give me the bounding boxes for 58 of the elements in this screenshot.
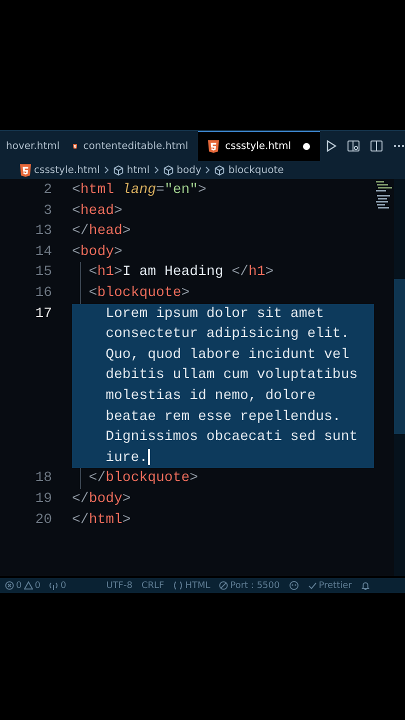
language-status[interactable]: HTML (185, 580, 210, 590)
chevron-icon (104, 166, 109, 174)
scrollbar-thumb[interactable] (394, 279, 405, 434)
blocked-icon (219, 581, 228, 590)
port-count[interactable]: 0 (60, 580, 66, 590)
editor-tab[interactable]: cssstyle.html (198, 131, 320, 161)
line-number: 2 (42, 181, 52, 200)
line-number: 13 (34, 222, 52, 242)
breadcrumb-item[interactable]: html (126, 164, 150, 176)
code-line: <head> (72, 202, 122, 219)
bell-icon[interactable] (360, 580, 370, 590)
warning-icon (24, 581, 33, 590)
line-number: 17 (34, 304, 52, 324)
run-icon[interactable] (326, 140, 337, 152)
chevron-icon (205, 166, 210, 174)
line-number: 15 (34, 263, 52, 282)
check-icon (308, 581, 317, 590)
cube-icon (112, 164, 124, 176)
minimap-drawing[interactable] (374, 179, 394, 211)
cube-icon (214, 164, 226, 176)
editor-tab[interactable]: contenteditable.html (63, 131, 198, 161)
formatter-status[interactable]: Prettier (318, 580, 352, 590)
line-number: 20 (34, 510, 52, 530)
preview-icon[interactable] (347, 140, 360, 152)
braces-icon (173, 581, 184, 590)
code-line: </body> (72, 490, 131, 507)
more-icon[interactable] (393, 144, 405, 148)
code-line: <blockquote> (88, 284, 190, 301)
code-line: <h1>I am Heading </h1> (88, 264, 274, 280)
error-icon (5, 581, 14, 590)
error-count[interactable]: 0 (16, 580, 22, 590)
code-line: </head> (72, 223, 131, 240)
line-number: 18 (34, 469, 52, 488)
line-ending-status[interactable]: CRLF (141, 580, 164, 590)
text-cursor (148, 449, 150, 466)
code-line: </blockquote> (88, 470, 198, 486)
html5-icon (208, 140, 220, 153)
line-number: 3 (42, 202, 52, 221)
breadcrumb-item[interactable]: body (176, 164, 202, 176)
chevron-icon (154, 166, 159, 174)
breadcrumb-item[interactable]: cssstyle.html (34, 164, 100, 176)
editor-tab[interactable]: hover.html (0, 131, 64, 161)
server-status[interactable]: Port : 5500 (230, 580, 280, 590)
warning-count[interactable]: 0 (34, 580, 40, 590)
line-number: 16 (34, 284, 52, 303)
encoding-status[interactable]: UTF-8 (106, 580, 132, 590)
code-line: </html> (72, 512, 131, 528)
line-number: 19 (34, 490, 52, 509)
split-editor-icon[interactable] (370, 140, 383, 152)
code-text: Lorem ipsum dolor sit amet consectetur adipisicing elit. Quo, quod labore incidunt vel debitis ullam cum voluptatibus molestias id nemo, dolore beatae rem esse repellendus. Dignissimos obcaecati sed sunt iure. (106, 304, 359, 468)
html5-icon (20, 164, 31, 176)
antenna-icon (49, 581, 58, 590)
cube-icon (162, 164, 174, 176)
breadcrumb-item[interactable]: blockquote (228, 164, 284, 176)
code-line: <html lang="en"> (72, 182, 206, 198)
line-number: 14 (34, 242, 52, 262)
code-line: <body> (72, 244, 122, 260)
face-icon[interactable] (288, 581, 299, 590)
